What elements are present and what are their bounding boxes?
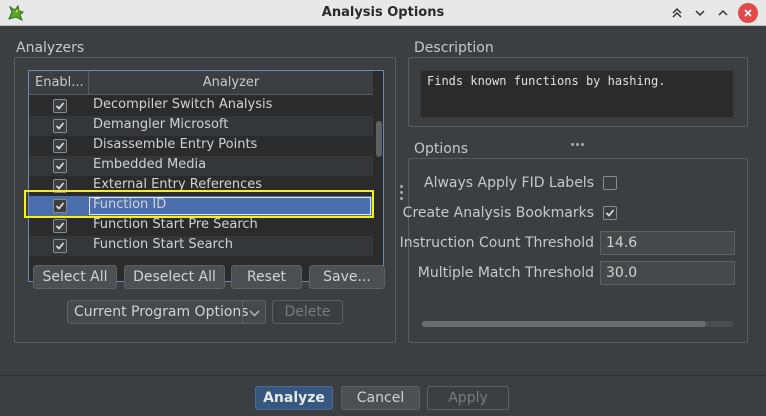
row-label: Embedded Media bbox=[93, 157, 207, 172]
table-row[interactable]: Embedded Media bbox=[29, 156, 373, 176]
options-scrollbar[interactable] bbox=[422, 321, 734, 327]
row-checkbox[interactable] bbox=[53, 159, 67, 173]
row-label: Function Start Search bbox=[93, 237, 233, 252]
dialog-footer: Analyze Cancel Apply bbox=[0, 375, 766, 416]
description-textarea[interactable]: Finds known functions by hashing. bbox=[420, 70, 734, 118]
horizontal-splitter-handle[interactable] bbox=[571, 135, 586, 146]
row-checkbox[interactable] bbox=[53, 219, 67, 233]
save-button[interactable]: Save... bbox=[309, 265, 385, 289]
row-label: Decompiler Switch Analysis bbox=[93, 97, 273, 112]
analyze-button[interactable]: Analyze bbox=[255, 386, 333, 410]
row-checkbox[interactable] bbox=[53, 99, 67, 113]
close-icon[interactable] bbox=[738, 3, 758, 23]
multiple-match-threshold-field[interactable] bbox=[600, 261, 735, 285]
title-bar: Analysis Options bbox=[0, 0, 766, 26]
select-all-button[interactable]: Select All bbox=[33, 265, 117, 289]
analyzers-title: Analyzers bbox=[16, 40, 85, 56]
table-row[interactable]: Function Start Search bbox=[29, 236, 373, 256]
cancel-button[interactable]: Cancel bbox=[341, 386, 420, 410]
column-header-analyzer[interactable]: Analyzer bbox=[89, 71, 373, 95]
delete-button[interactable]: Delete bbox=[272, 300, 343, 324]
table-header: Enabl... Analyzer bbox=[29, 71, 373, 95]
create-analysis-bookmarks-checkbox[interactable] bbox=[603, 206, 617, 220]
combo-divider bbox=[242, 301, 243, 323]
description-text: Finds known functions by hashing. bbox=[427, 74, 666, 88]
always-apply-fid-labels-checkbox[interactable] bbox=[603, 176, 617, 190]
reset-button[interactable]: Reset bbox=[231, 265, 302, 289]
chevron-down-icon[interactable] bbox=[249, 307, 260, 322]
table-row[interactable]: Demangler Microsoft bbox=[29, 116, 373, 136]
deselect-all-button[interactable]: Deselect All bbox=[124, 265, 225, 289]
apply-button[interactable]: Apply bbox=[427, 386, 509, 410]
row-label: Demangler Microsoft bbox=[93, 117, 229, 132]
row-label: Function Start Pre Search bbox=[93, 217, 258, 232]
minimize-chevron-down-icon[interactable] bbox=[690, 3, 710, 23]
create-analysis-bookmarks-label: Create Analysis Bookmarks bbox=[402, 205, 594, 221]
program-options-value: Current Program Options bbox=[74, 304, 249, 320]
table-scrollbar-thumb[interactable] bbox=[376, 121, 382, 157]
maximize-chevron-up-icon[interactable] bbox=[713, 3, 733, 23]
row-label: Disassemble Entry Points bbox=[93, 137, 258, 152]
window-title: Analysis Options bbox=[321, 5, 445, 20]
table-row[interactable]: Function Start Pre Search bbox=[29, 216, 373, 236]
multiple-match-threshold-label: Multiple Match Threshold bbox=[417, 265, 594, 281]
options-scrollbar-thumb[interactable] bbox=[422, 321, 706, 327]
always-apply-fid-labels-label: Always Apply FID Labels bbox=[424, 175, 594, 191]
chevrons-up-icon[interactable] bbox=[667, 3, 687, 23]
column-header-enabled[interactable]: Enabl... bbox=[29, 71, 89, 95]
instruction-count-threshold-label: Instruction Count Threshold bbox=[399, 235, 594, 251]
program-options-select[interactable]: Current Program Options bbox=[67, 300, 266, 324]
row-checkbox[interactable] bbox=[53, 139, 67, 153]
table-row[interactable]: Decompiler Switch Analysis bbox=[29, 96, 373, 116]
analyzers-table[interactable]: Enabl... Analyzer Decompiler Switch Anal… bbox=[28, 70, 384, 282]
description-title: Description bbox=[414, 40, 494, 56]
row-checkbox[interactable] bbox=[53, 119, 67, 133]
table-scrollbar[interactable] bbox=[374, 95, 383, 281]
instruction-count-threshold-field[interactable] bbox=[600, 231, 735, 255]
vertical-splitter-handle[interactable] bbox=[400, 185, 404, 203]
dialog-body: Analyzers Enabl... Analyzer Decompiler S… bbox=[0, 27, 766, 375]
selection-highlight-box bbox=[24, 190, 374, 218]
table-row[interactable]: Disassemble Entry Points bbox=[29, 136, 373, 156]
options-title: Options bbox=[414, 141, 469, 157]
row-checkbox[interactable] bbox=[53, 239, 67, 253]
